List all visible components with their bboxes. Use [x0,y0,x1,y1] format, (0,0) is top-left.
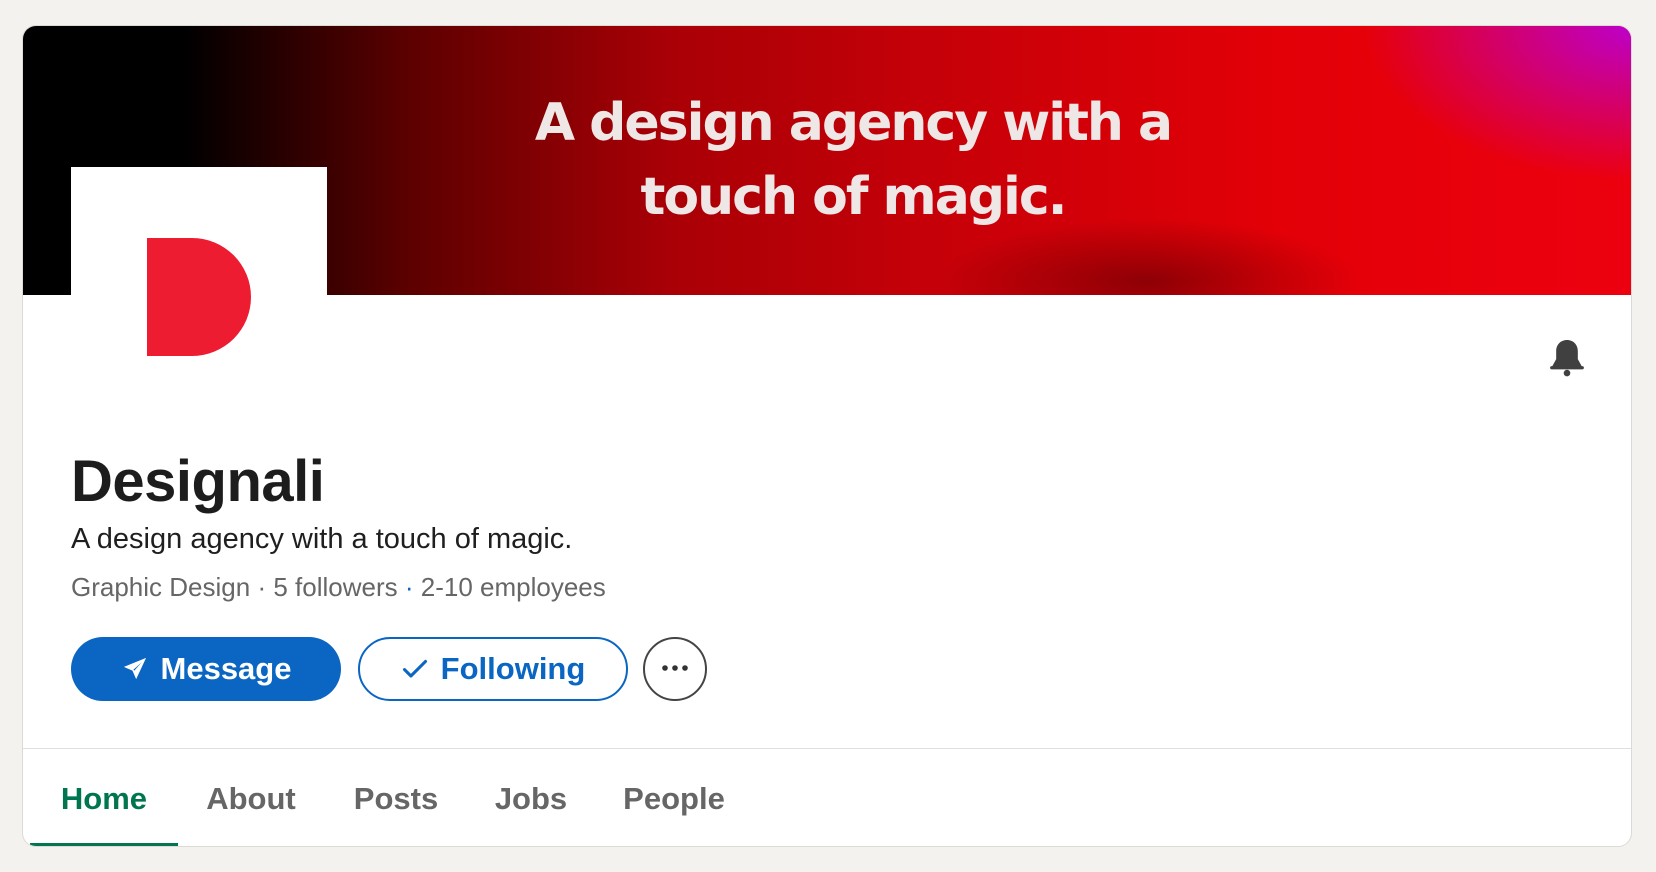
bell-icon[interactable] [1545,336,1589,380]
company-name: Designali [71,449,325,514]
tab-jobs[interactable]: Jobs [483,749,579,846]
tab-posts[interactable]: Posts [341,749,451,846]
send-icon [121,655,149,683]
following-label: Following [440,651,586,686]
more-options-button[interactable] [643,637,707,701]
banner-line-1: A design agency with a [534,93,1173,153]
tab-people[interactable]: People [611,749,737,846]
message-label: Message [160,651,292,686]
followers-link[interactable]: 5 followers [273,572,397,602]
banner-line-2: touch of magic. [640,167,1068,227]
company-tagline: A design agency with a touch of magic. [71,523,573,555]
meta-separator: · [404,572,414,602]
tab-about[interactable]: About [193,749,309,846]
meta-separator: · [257,572,267,602]
employees-link[interactable]: 2-10 employees [421,572,606,602]
company-header-card: A design agency with a touch of magic. D… [22,25,1632,847]
checkmark-icon [401,655,429,683]
company-logo[interactable] [71,167,327,423]
industry-text: Graphic Design [71,572,251,602]
page-tabs: Home About Posts Jobs People [23,749,1631,846]
banner-slogan: A design agency with a touch of magic. [453,86,1253,234]
company-meta: Graphic Design · 5 followers · 2-10 empl… [71,572,606,603]
designali-d-logo [147,238,251,356]
message-button[interactable]: Message [71,637,341,701]
ellipsis-icon [660,660,690,678]
following-button[interactable]: Following [358,637,628,701]
tab-home[interactable]: Home [30,749,178,846]
